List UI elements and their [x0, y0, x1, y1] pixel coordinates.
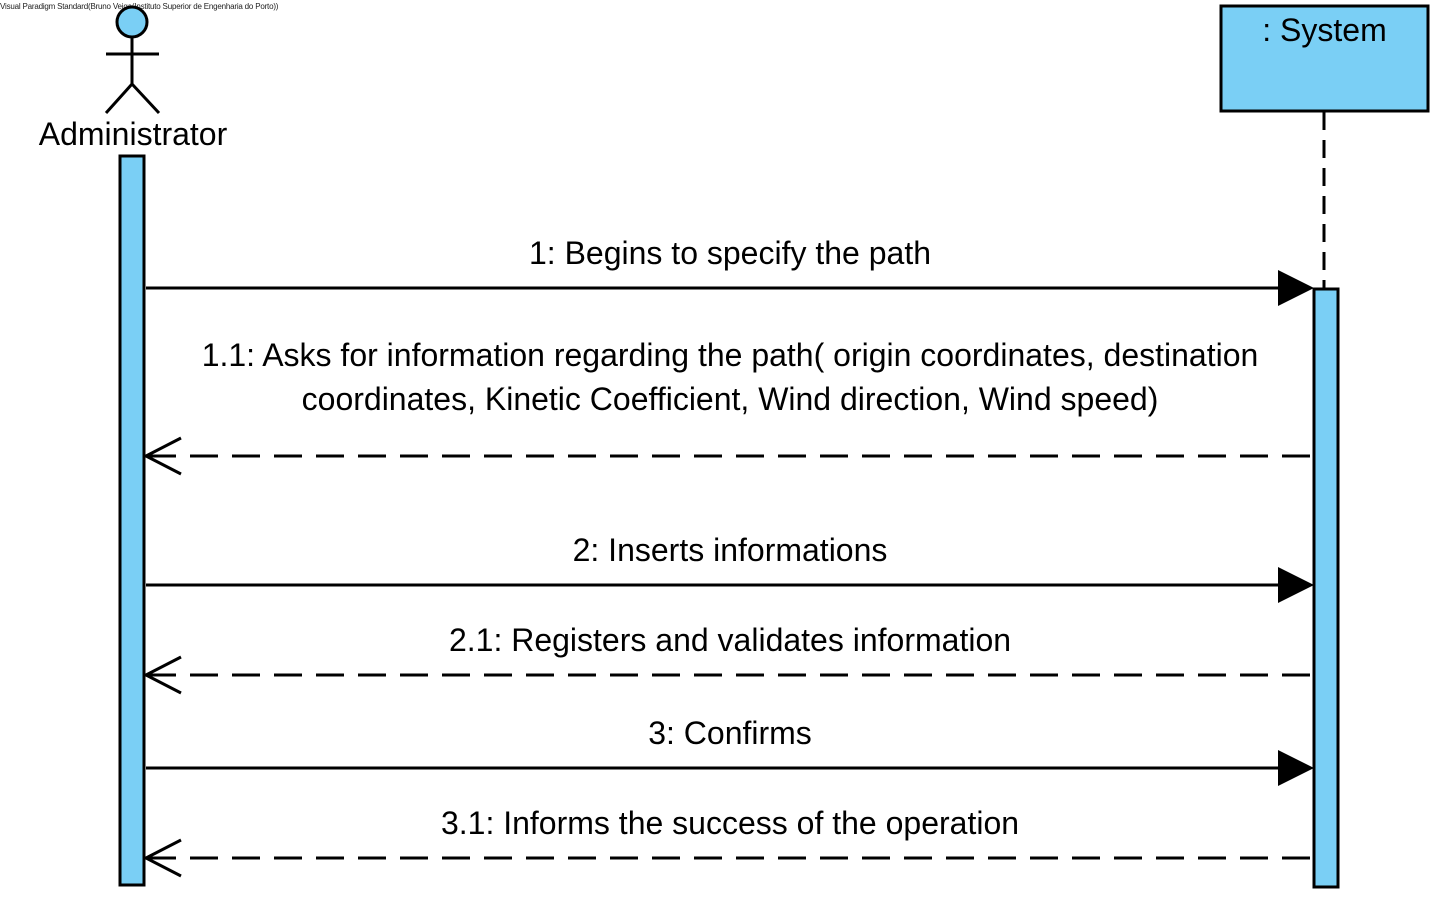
- actor-activation-bar: [118, 154, 146, 887]
- actor-left-leg: [104, 82, 134, 115]
- actor-right-leg: [130, 82, 161, 115]
- system-lifeline-label: : System: [1262, 12, 1387, 48]
- message-3-1-return-arrow: [142, 838, 1313, 878]
- message-2-label: 2: Inserts informations: [572, 532, 888, 568]
- message-2-1-return-arrow: [142, 655, 1313, 695]
- message-3-arrow: [146, 750, 1314, 786]
- actor-head: [115, 5, 149, 39]
- message-1-1-label-line2: coordinates, Kinetic Coefficient, Wind d…: [301, 381, 1159, 417]
- message-3-1-label: 3.1: Informs the success of the operatio…: [440, 805, 1020, 841]
- message-1-label: 1: Begins to specify the path: [528, 235, 932, 271]
- actor-label: Administrator: [38, 116, 228, 152]
- system-activation-bar: [1312, 287, 1340, 889]
- message-1-1-return-arrow: [142, 436, 1313, 476]
- message-3-label: 3: Confirms: [648, 715, 812, 751]
- message-1-arrow: [146, 270, 1314, 306]
- message-2-1-label: 2.1: Registers and validates information: [448, 622, 1012, 658]
- message-1-1-label-line1: 1.1: Asks for information regarding the …: [201, 337, 1259, 373]
- message-2-arrow: [146, 567, 1314, 603]
- actor-figure[interactable]: [104, 5, 161, 115]
